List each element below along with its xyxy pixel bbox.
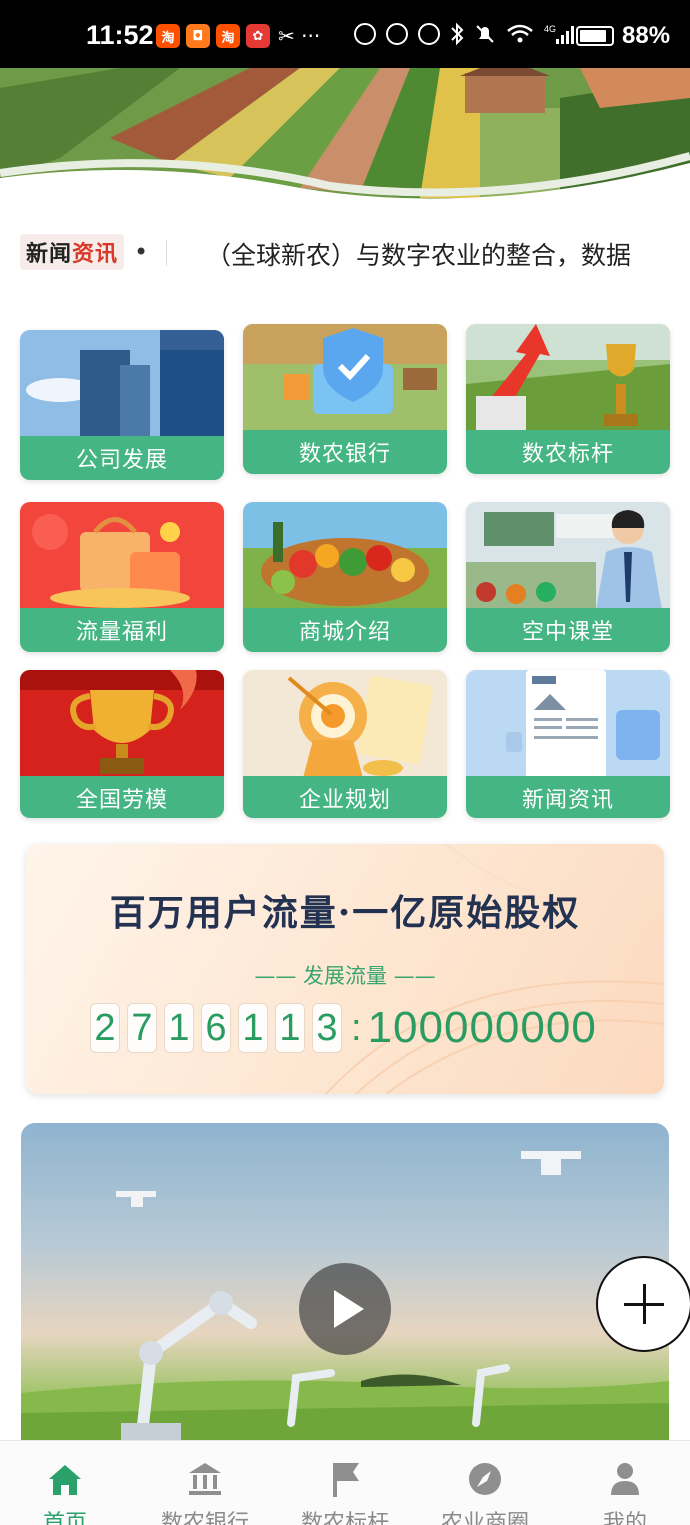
mute-bell-icon [476,25,494,43]
nav-label: 数农标杆 [300,1511,389,1525]
ticker-dot: • [134,238,149,266]
menu-label: 新闻资讯 [466,776,670,818]
taobao-icon: 淘 [156,24,180,48]
user-icon [611,1463,639,1495]
eye-icon [386,23,408,45]
app-screen: 11:52 淘 ◘ 淘 ✿ ✂ ··· 4G 88% 新闻 资讯 • （全球新农… [0,0,690,1525]
counter-digit: 7 [127,1003,157,1053]
fruit-basket-image [243,502,447,610]
news-badge-part2: 资讯 [72,242,119,267]
counter-digit: 2 [90,1003,120,1053]
newspaper-image [466,670,670,778]
menu-card-model-workers[interactable]: 全国劳模 [20,670,224,818]
menu-card-enterprise-plan[interactable]: 企业规划 [243,670,447,818]
play-icon [334,1290,364,1328]
counter-digit: 1 [275,1003,305,1053]
add-fab-button[interactable] [596,1256,690,1352]
menu-card-company-development[interactable]: 公司发展 [20,330,224,480]
menu-card-news[interactable]: 新闻资讯 [466,670,670,818]
nav-label: 农业商圈 [440,1511,529,1525]
traffic-counter: 2 7 1 6 1 1 3 : 100000000 [90,1000,597,1056]
office-buildings-image [20,330,224,438]
gold-trophy-image [20,670,224,778]
battery-icon [576,26,614,46]
menu-card-traffic-welfare[interactable]: 流量福利 [20,502,224,652]
more-notifications-icon: ✂ ··· [278,24,321,48]
banner-subtitle: —— 发展流量 —— [254,964,436,988]
counter-digit: 1 [238,1003,268,1053]
battery-percent: 88% [622,22,671,49]
system-status-icons: 4G [354,22,574,46]
nav-label: 我的 [602,1511,647,1525]
benchmark-trophy-image [466,324,670,432]
counter-digit: 3 [312,1003,342,1053]
counter-digit: 1 [164,1003,194,1053]
signal-icon: 4G [544,24,574,44]
bottom-navigation: 首页 数农银行 数农标杆 农业商圈 我的 [0,1440,690,1525]
home-icon [49,1465,81,1495]
banner-title: 百万用户流量·一亿原始股权 [109,892,581,934]
menu-card-digital-bank[interactable]: 数农银行 [243,324,447,474]
battery-level [580,30,606,42]
svg-text:4G: 4G [544,24,556,34]
online-class-image [466,502,670,610]
menu-label: 数农标杆 [466,430,670,474]
huawei-icon: ✿ [246,24,270,48]
menu-label: 空中课堂 [466,608,670,652]
nav-label: 数农银行 [160,1511,249,1525]
counter-separator: : [351,1006,362,1049]
play-button[interactable] [299,1263,391,1355]
menu-card-benchmark[interactable]: 数农标杆 [466,324,670,474]
news-ticker[interactable]: 新闻 资讯 • （全球新农）与数字农业的整合，数据 [20,232,670,274]
app-icon: ◘ [186,24,210,48]
menu-label: 全国劳模 [20,776,224,818]
flag-icon [333,1463,359,1497]
plus-icon-vertical [642,1284,646,1324]
alarm-icon [418,23,440,45]
menu-card-air-classroom[interactable]: 空中课堂 [466,502,670,652]
counter-digit: 6 [201,1003,231,1053]
nav-item-home[interactable]: 首页 [0,1441,134,1525]
news-badge-part1: 新闻 [25,242,72,267]
bluetooth-icon [451,22,464,46]
traffic-equity-banner[interactable]: 百万用户流量·一亿原始股权 —— 发展流量 —— 2 7 1 6 1 1 3 :… [26,844,664,1094]
menu-label: 公司发展 [20,436,224,480]
taobao-icon: 淘 [216,24,240,48]
wifi-icon [507,24,533,43]
nav-label: 首页 [42,1511,87,1525]
menu-label: 数农银行 [243,430,447,474]
menu-label: 企业规划 [243,776,447,818]
compass-icon [469,1463,501,1495]
nav-item-business-circle[interactable]: 农业商圈 [416,1441,554,1525]
speed-icon [354,23,376,45]
promo-video-player[interactable] [21,1123,669,1463]
status-bar: 11:52 淘 ◘ 淘 ✿ ✂ ··· 4G 88% [0,0,690,68]
menu-card-mall-intro[interactable]: 商城介绍 [243,502,447,652]
ticker-divider [166,240,167,266]
nav-item-digital-bank[interactable]: 数农银行 [136,1441,274,1525]
status-time: 11:52 [86,20,154,50]
menu-label: 商城介绍 [243,608,447,652]
news-badge: 新闻 资讯 [20,234,124,270]
notification-app-icons: 淘 ◘ 淘 ✿ [156,24,270,48]
counter-total: 100000000 [367,1003,597,1052]
bank-icon [189,1463,221,1495]
digital-bank-image [243,324,447,432]
ticker-headline[interactable]: （全球新农）与数字农业的整合，数据 [206,236,640,272]
nav-item-benchmark[interactable]: 数农标杆 [276,1441,414,1525]
gift-bag-image [20,502,224,610]
menu-label: 流量福利 [20,608,224,652]
nav-item-mine[interactable]: 我的 [556,1441,690,1525]
hero-farm-image [0,68,690,218]
target-plan-image [243,670,447,778]
